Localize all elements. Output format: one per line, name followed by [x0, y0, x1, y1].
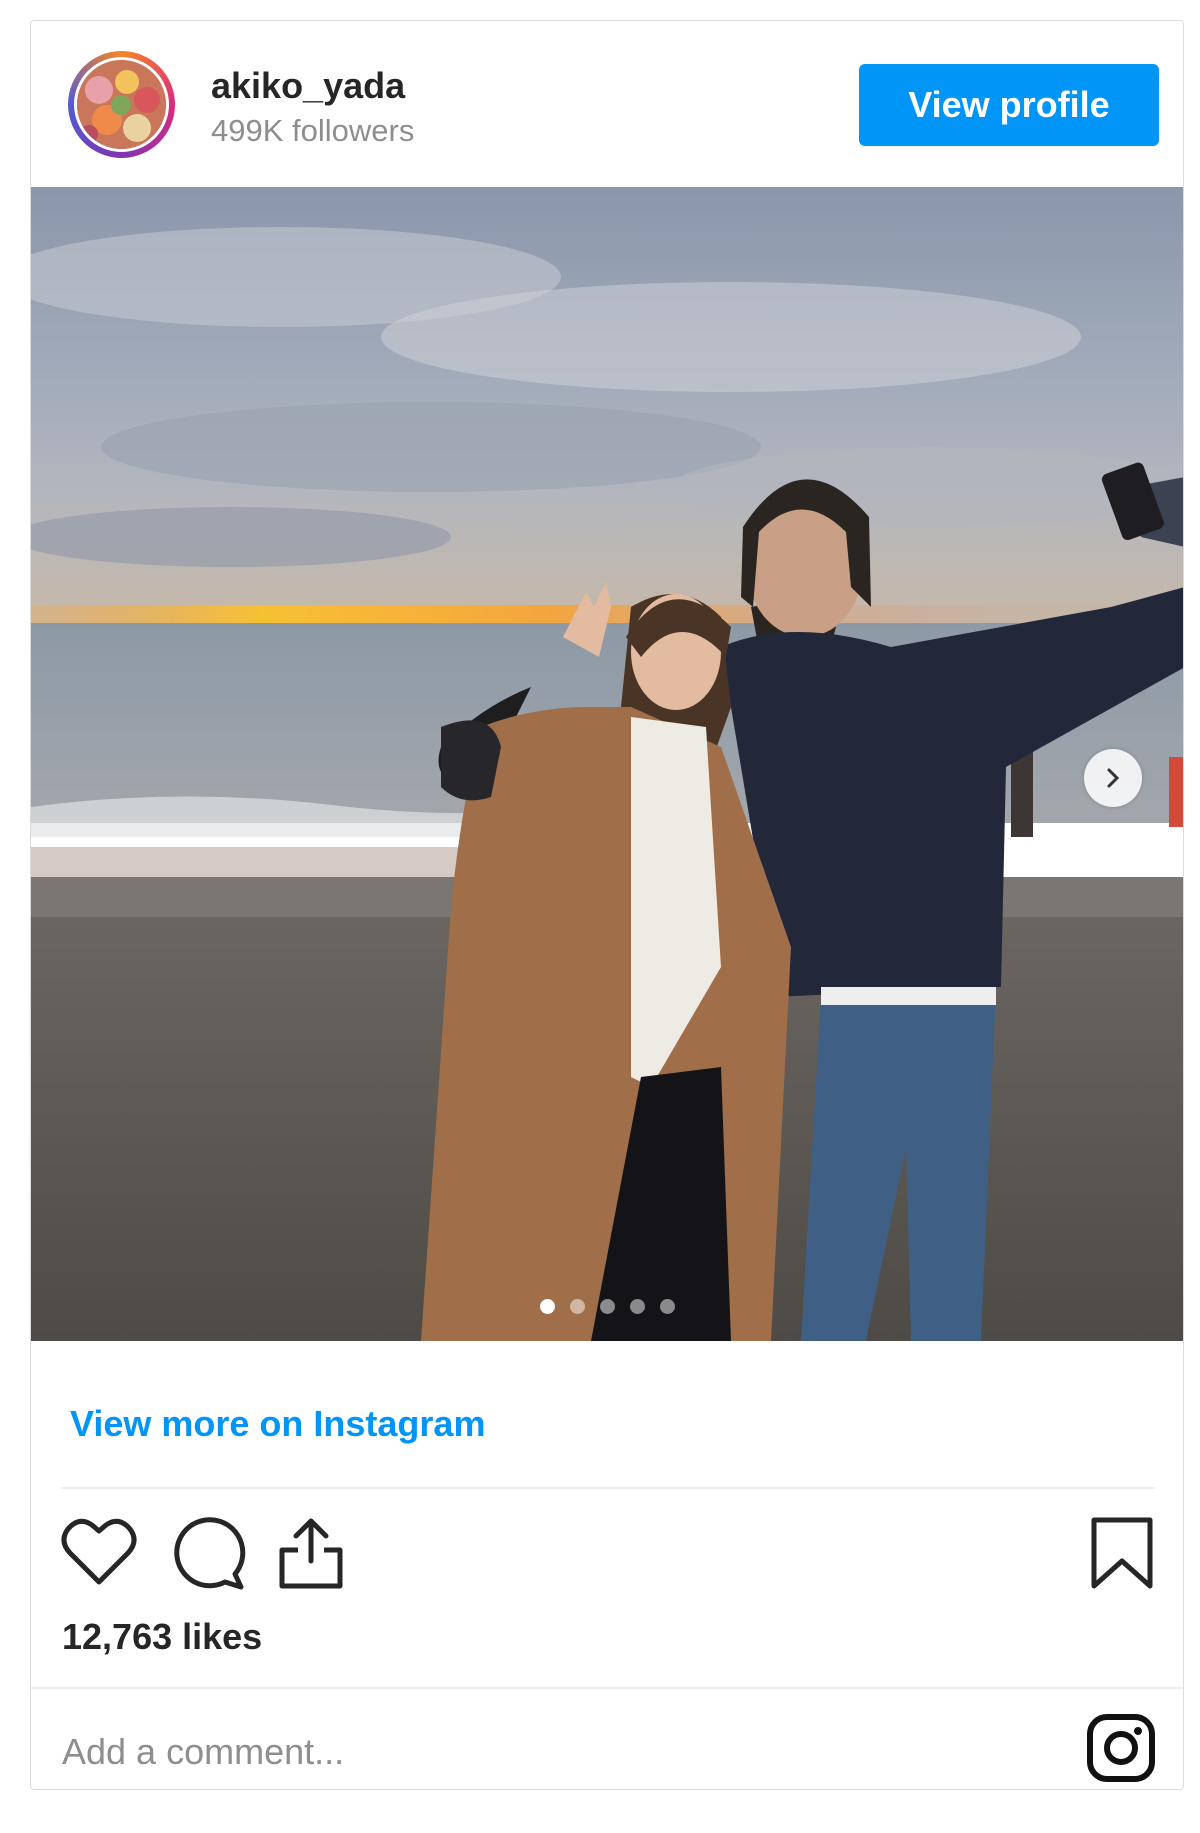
share-icon[interactable]	[276, 1516, 346, 1592]
carousel-dot	[660, 1299, 675, 1314]
beach-photo	[31, 187, 1183, 1341]
carousel-dot	[630, 1299, 645, 1314]
username[interactable]: akiko_yada	[211, 65, 405, 107]
post-image[interactable]	[31, 187, 1183, 1341]
avatar[interactable]	[68, 51, 175, 158]
like-count: 12,763 likes	[62, 1616, 263, 1657]
follower-count: 499K followers	[211, 113, 415, 148]
view-profile-button[interactable]: View profile	[859, 64, 1159, 146]
bookmark-icon[interactable]	[1089, 1516, 1155, 1592]
post-header: akiko_yada 499K followers View profile	[31, 21, 1183, 187]
comment-icon[interactable]	[169, 1516, 247, 1590]
divider	[31, 1687, 1183, 1689]
avatar-image	[74, 57, 169, 152]
instagram-embed-card: akiko_yada 499K followers View profile V…	[30, 20, 1184, 1790]
carousel-indicator	[540, 1299, 675, 1314]
chevron-right-icon	[1107, 768, 1120, 788]
next-photo-button[interactable]	[1084, 749, 1142, 807]
carousel-dot	[540, 1299, 555, 1314]
divider	[61, 1487, 1155, 1489]
action-bar	[31, 1516, 1183, 1596]
view-more-link[interactable]: View more on Instagram	[70, 1403, 485, 1445]
instagram-logo-icon[interactable]	[1086, 1713, 1156, 1783]
carousel-dot	[570, 1299, 585, 1314]
comment-input[interactable]: Add a comment...	[62, 1731, 344, 1773]
heart-icon[interactable]	[59, 1516, 139, 1588]
carousel-dot	[600, 1299, 615, 1314]
